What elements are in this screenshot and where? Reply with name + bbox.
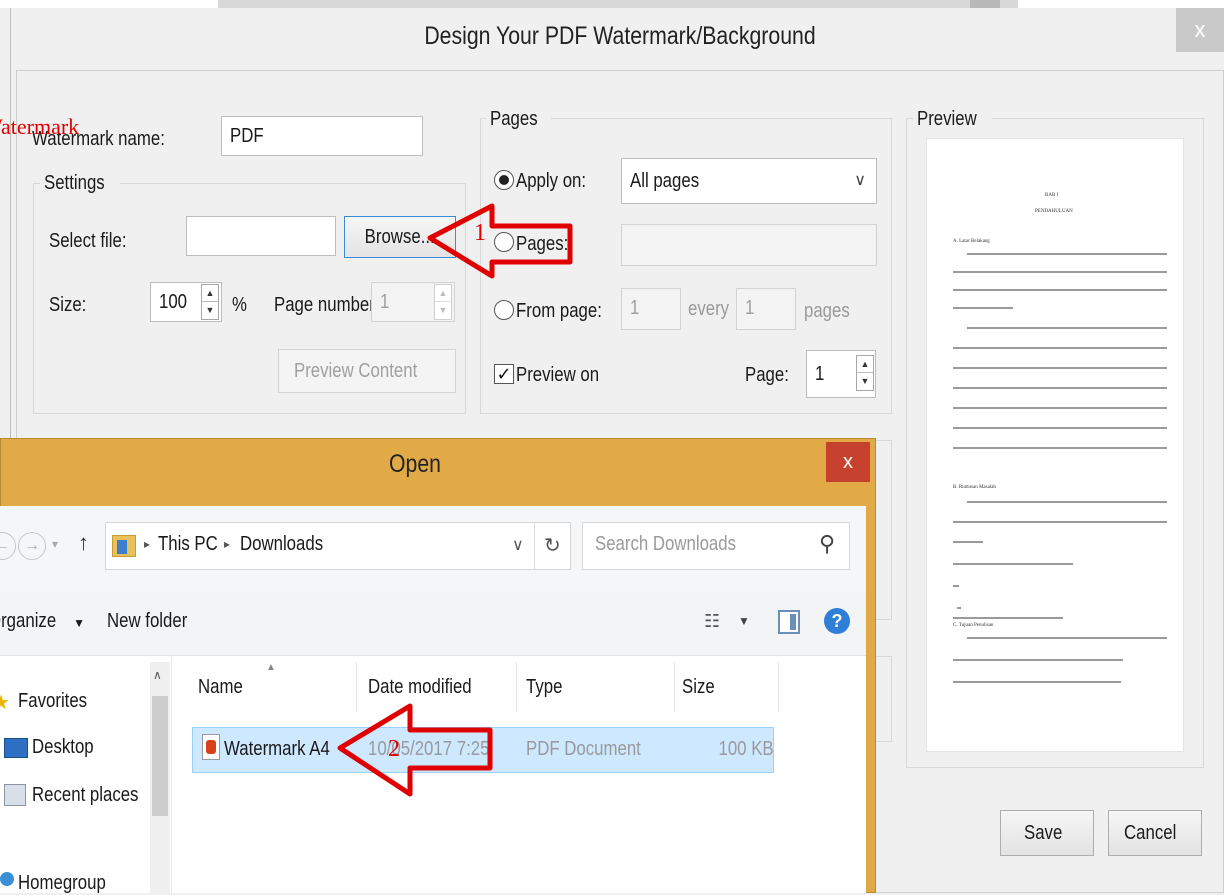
annotation-step-2: 2: [388, 736, 400, 762]
annotation-arrows: [337, 203, 573, 797]
annotation-step-1: 1: [474, 220, 486, 246]
annotation-arrow-2: [337, 703, 493, 797]
annotation-arrow-1: [427, 203, 573, 279]
